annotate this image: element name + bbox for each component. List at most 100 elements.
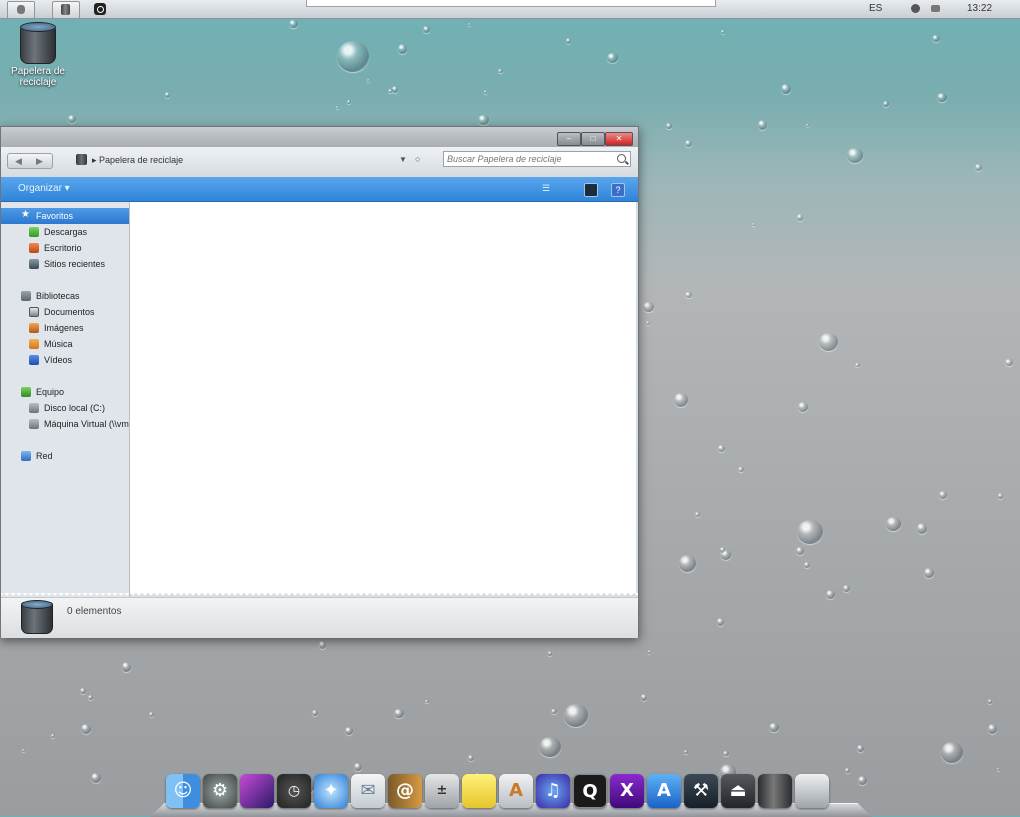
water-droplet xyxy=(67,114,76,123)
sidebar-item-videos[interactable]: Vídeos xyxy=(1,352,129,368)
sidebar-label: Música xyxy=(44,339,73,349)
water-droplet xyxy=(665,123,673,130)
nav-buttons: ◀ ▶ xyxy=(7,153,53,169)
water-droplet xyxy=(346,99,352,104)
breadcrumb-item[interactable]: Papelera de reciclaje xyxy=(99,155,183,165)
desktop-icon xyxy=(29,243,39,253)
sidebar-item-equipo[interactable]: Equipo xyxy=(1,384,129,400)
calculator-icon[interactable]: ± xyxy=(425,774,459,808)
itunes-icon[interactable]: ♫ xyxy=(536,774,570,808)
sidebar-label: Equipo xyxy=(36,387,65,397)
minimize-button[interactable]: – xyxy=(557,132,581,146)
sidebar-item-escritorio[interactable]: Escritorio xyxy=(1,240,129,256)
water-droplet xyxy=(768,722,779,733)
water-droplet xyxy=(842,584,850,593)
textedit-icon[interactable]: A xyxy=(499,774,533,808)
sidebar-item-bibliotecas[interactable]: Bibliotecas xyxy=(1,288,129,304)
volume-icon[interactable] xyxy=(911,4,920,13)
quicktime-icon[interactable] xyxy=(94,3,106,15)
water-droplet xyxy=(647,650,652,655)
network-icon[interactable] xyxy=(931,5,940,12)
view-options-icon[interactable]: ☰ xyxy=(542,183,554,195)
water-droplet xyxy=(937,93,947,103)
breadcrumb[interactable]: ▸ Papelera de reciclaje xyxy=(92,155,183,166)
address-book-icon[interactable]: @ xyxy=(388,774,422,808)
trash-icon[interactable] xyxy=(52,1,80,19)
back-arrow-icon[interactable]: ◀ xyxy=(8,154,29,168)
spotlight-field[interactable] xyxy=(306,0,716,7)
x11-icon[interactable]: X xyxy=(610,774,644,808)
water-droplet xyxy=(478,115,489,125)
water-droplet xyxy=(467,754,474,762)
sidebar-item-disco-local[interactable]: Disco local (C:) xyxy=(1,400,129,416)
water-droplet xyxy=(924,567,935,579)
app-store-icon[interactable]: A xyxy=(647,774,681,808)
water-droplet xyxy=(344,727,353,735)
file-list-area[interactable] xyxy=(130,202,636,593)
sidebar-label: Escritorio xyxy=(44,243,82,253)
dock: ☺ ⚙ ◷ ✦ ✉ @ ± A ♫ Q X A ⚒ ⏏ xyxy=(166,774,829,812)
quicktime-icon[interactable]: Q xyxy=(573,774,607,808)
desktop-recycle-bin[interactable]: Papelera de reciclaje xyxy=(10,22,66,88)
documents-icon xyxy=(29,307,39,317)
safari-icon[interactable]: ✦ xyxy=(314,774,348,808)
downloads-icon xyxy=(29,227,39,237)
finder-icon[interactable]: ☺ xyxy=(166,774,200,808)
hard-drive-icon xyxy=(29,403,39,413)
organize-menu[interactable]: Organizar ▾ xyxy=(18,183,70,194)
sidebar-item-imagenes[interactable]: Imágenes xyxy=(1,320,129,336)
water-droplet xyxy=(717,444,726,452)
chevron-down-icon[interactable]: ▼ xyxy=(399,155,407,164)
forward-arrow-icon[interactable]: ▶ xyxy=(29,154,50,168)
photo-booth-icon[interactable] xyxy=(240,774,274,808)
sidebar-item-musica[interactable]: Música xyxy=(1,336,129,352)
search-box[interactable] xyxy=(443,151,631,167)
stickies-icon[interactable] xyxy=(462,774,496,808)
close-button[interactable]: ✕ xyxy=(605,132,633,146)
water-droplet xyxy=(674,393,689,408)
search-input[interactable] xyxy=(444,152,612,166)
trash-icon[interactable] xyxy=(758,774,792,808)
water-droplet xyxy=(723,750,729,757)
water-droplet xyxy=(938,490,948,499)
sidebar-label: Imágenes xyxy=(44,323,84,333)
water-droplet xyxy=(996,767,1001,772)
expose-icon[interactable] xyxy=(795,774,829,808)
water-droplet xyxy=(366,78,371,82)
water-droplet xyxy=(498,68,503,74)
maximize-button[interactable]: □ xyxy=(581,132,605,146)
water-droplet xyxy=(716,618,725,627)
water-droplet xyxy=(80,687,87,694)
refresh-icon[interactable]: ○ xyxy=(415,154,420,164)
help-icon[interactable]: ? xyxy=(611,183,625,197)
water-droplet xyxy=(987,699,992,704)
sidebar-item-documentos[interactable]: Documentos xyxy=(1,304,129,320)
water-droplet xyxy=(796,214,804,221)
water-droplet xyxy=(353,762,362,771)
sidebar-item-sitios-recientes[interactable]: Sitios recientes xyxy=(1,256,129,272)
xcode-icon[interactable]: ⚒ xyxy=(684,774,718,808)
search-icon[interactable] xyxy=(617,154,626,163)
input-language[interactable]: ES xyxy=(869,3,882,14)
preview-pane-icon[interactable] xyxy=(584,183,598,197)
item-count: 0 elementos xyxy=(67,606,122,617)
navigation-pane: ★ Favoritos Descargas Escritorio Sitios … xyxy=(1,202,130,597)
window-titlebar[interactable]: – □ ✕ xyxy=(1,127,638,147)
water-droplet xyxy=(643,301,654,313)
water-droplet xyxy=(91,772,102,783)
sidebar-item-favoritos[interactable]: ★ Favoritos xyxy=(1,208,129,224)
computer-icon xyxy=(21,387,31,397)
mail-icon[interactable]: ✉ xyxy=(351,774,385,808)
sidebar-label: Máquina Virtual (\\vmware xyxy=(44,419,129,429)
eject-icon[interactable]: ⏏ xyxy=(721,774,755,808)
dashboard-icon[interactable]: ◷ xyxy=(277,774,311,808)
sidebar-item-maquina-virtual[interactable]: Máquina Virtual (\\vmware xyxy=(1,416,129,432)
water-droplet xyxy=(998,493,1003,499)
clock[interactable]: 13:22 xyxy=(967,3,992,14)
water-droplet xyxy=(550,708,558,715)
apple-menu-icon[interactable] xyxy=(7,1,35,19)
sidebar-item-red[interactable]: Red xyxy=(1,448,129,464)
water-droplet xyxy=(847,148,864,163)
system-preferences-icon[interactable]: ⚙ xyxy=(203,774,237,808)
sidebar-item-descargas[interactable]: Descargas xyxy=(1,224,129,240)
